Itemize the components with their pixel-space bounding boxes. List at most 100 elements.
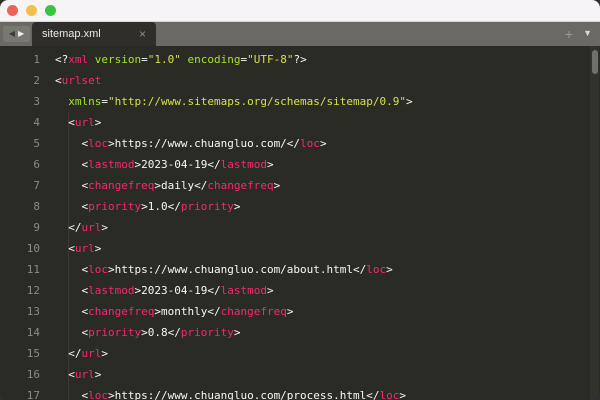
code-text: <loc>https://www.chuangluo.com/process.h… bbox=[46, 385, 406, 400]
code-token-plain: > bbox=[287, 305, 294, 318]
code-line[interactable]: 9 </url> bbox=[0, 217, 600, 238]
editor-window: ◀ ▶ sitemap.xml × + ▼ 1<?xml version="1.… bbox=[0, 0, 600, 400]
code-text: <lastmod>2023-04-19</lastmod> bbox=[46, 154, 274, 175]
code-token-tag: priority bbox=[181, 200, 234, 213]
code-line[interactable]: 1<?xml version="1.0" encoding="UTF-8"?> bbox=[0, 49, 600, 70]
tab-label: sitemap.xml bbox=[42, 28, 139, 40]
code-token-plain: < bbox=[55, 389, 88, 400]
code-text: <lastmod>2023-04-19</lastmod> bbox=[46, 280, 274, 301]
tab-list-dropdown-icon[interactable]: ▼ bbox=[583, 29, 592, 38]
code-token-tag: lastmod bbox=[88, 158, 134, 171]
close-window-button[interactable] bbox=[7, 5, 18, 16]
code-text: <changefreq>monthly</changefreq> bbox=[46, 301, 293, 322]
nav-back-icon[interactable]: ◀ bbox=[9, 30, 15, 38]
code-token-tag: lastmod bbox=[221, 158, 267, 171]
code-token-plain: > bbox=[267, 158, 274, 171]
minimize-window-button[interactable] bbox=[26, 5, 37, 16]
code-line[interactable]: 3 xmlns="http://www.sitemaps.org/schemas… bbox=[0, 91, 600, 112]
code-token-plain: > bbox=[406, 95, 413, 108]
code-text: <url> bbox=[46, 364, 101, 385]
code-token-tag: loc bbox=[380, 389, 400, 400]
code-token-plain: < bbox=[55, 305, 88, 318]
code-token-plain: < bbox=[55, 116, 75, 129]
code-token-tag: changefreq bbox=[88, 179, 154, 192]
code-text: <url> bbox=[46, 238, 101, 259]
code-token-plain: </ bbox=[55, 347, 82, 360]
window-titlebar bbox=[0, 0, 600, 22]
code-token-tag: loc bbox=[88, 263, 108, 276]
code-token-plain: = bbox=[101, 95, 108, 108]
tab-close-icon[interactable]: × bbox=[139, 28, 146, 40]
line-number: 9 bbox=[0, 217, 46, 238]
line-number: 13 bbox=[0, 301, 46, 322]
code-token-plain: > bbox=[95, 116, 102, 129]
code-line[interactable]: 17 <loc>https://www.chuangluo.com/proces… bbox=[0, 385, 600, 400]
code-token-plain: ?> bbox=[293, 53, 306, 66]
code-line[interactable]: 10 <url> bbox=[0, 238, 600, 259]
code-line[interactable]: 15 </url> bbox=[0, 343, 600, 364]
code-token-plain bbox=[55, 95, 68, 108]
code-token-attr: version bbox=[95, 53, 141, 66]
line-number: 7 bbox=[0, 175, 46, 196]
scrollbar-thumb[interactable] bbox=[592, 50, 598, 74]
code-token-tag: loc bbox=[88, 137, 108, 150]
code-line[interactable]: 7 <changefreq>daily</changefreq> bbox=[0, 175, 600, 196]
code-token-plain: < bbox=[55, 242, 75, 255]
code-token-plain: < bbox=[55, 158, 88, 171]
code-token-tag: lastmod bbox=[221, 284, 267, 297]
code-token-plain: < bbox=[55, 284, 88, 297]
code-line[interactable]: 6 <lastmod>2023-04-19</lastmod> bbox=[0, 154, 600, 175]
code-token-plain: > bbox=[267, 284, 274, 297]
code-line[interactable]: 8 <priority>1.0</priority> bbox=[0, 196, 600, 217]
code-token-tag: url bbox=[82, 221, 102, 234]
code-text: <loc>https://www.chuangluo.com/about.htm… bbox=[46, 259, 393, 280]
code-text: </url> bbox=[46, 343, 108, 364]
code-token-plain: >0.8</ bbox=[141, 326, 181, 339]
code-token-plain: < bbox=[55, 179, 88, 192]
code-token-plain: > bbox=[234, 200, 241, 213]
code-lines: 1<?xml version="1.0" encoding="UTF-8"?>2… bbox=[0, 49, 600, 400]
code-line[interactable]: 13 <changefreq>monthly</changefreq> bbox=[0, 301, 600, 322]
code-token-tag: loc bbox=[366, 263, 386, 276]
line-number: 12 bbox=[0, 280, 46, 301]
code-token-plain: > bbox=[234, 326, 241, 339]
code-token-tag: priority bbox=[88, 200, 141, 213]
code-token-plain: < bbox=[55, 368, 75, 381]
code-line[interactable]: 11 <loc>https://www.chuangluo.com/about.… bbox=[0, 259, 600, 280]
code-token-tag: changefreq bbox=[88, 305, 154, 318]
scrollbar-track[interactable] bbox=[590, 46, 599, 400]
line-number: 2 bbox=[0, 70, 46, 91]
code-token-plain: > bbox=[95, 242, 102, 255]
code-token-plain bbox=[88, 53, 95, 66]
code-text: <urlset bbox=[46, 70, 101, 91]
code-token-attr: xmlns bbox=[68, 95, 101, 108]
code-token-string: "1.0" bbox=[148, 53, 181, 66]
code-token-plain: </ bbox=[55, 221, 82, 234]
code-token-tag: loc bbox=[300, 137, 320, 150]
line-number: 5 bbox=[0, 133, 46, 154]
code-line[interactable]: 16 <url> bbox=[0, 364, 600, 385]
code-line[interactable]: 12 <lastmod>2023-04-19</lastmod> bbox=[0, 280, 600, 301]
code-token-plain: < bbox=[55, 263, 88, 276]
code-editor[interactable]: 1<?xml version="1.0" encoding="UTF-8"?>2… bbox=[0, 46, 600, 400]
code-token-plain: <? bbox=[55, 53, 68, 66]
line-number: 15 bbox=[0, 343, 46, 364]
nav-forward-icon[interactable]: ▶ bbox=[18, 30, 24, 38]
tab-sitemap-xml[interactable]: sitemap.xml × bbox=[32, 22, 156, 46]
code-token-plain: < bbox=[55, 137, 88, 150]
code-line[interactable]: 2<urlset bbox=[0, 70, 600, 91]
code-line[interactable]: 4 <url> bbox=[0, 112, 600, 133]
code-token-tag: urlset bbox=[62, 74, 102, 87]
line-number: 17 bbox=[0, 385, 46, 400]
code-token-plain: > bbox=[320, 137, 327, 150]
line-number: 6 bbox=[0, 154, 46, 175]
code-line[interactable]: 14 <priority>0.8</priority> bbox=[0, 322, 600, 343]
zoom-window-button[interactable] bbox=[45, 5, 56, 16]
code-token-plain: >https://www.chuangluo.com/</ bbox=[108, 137, 300, 150]
code-token-plain: > bbox=[399, 389, 406, 400]
code-token-plain: = bbox=[141, 53, 148, 66]
code-line[interactable]: 5 <loc>https://www.chuangluo.com/</loc> bbox=[0, 133, 600, 154]
code-text: <priority>1.0</priority> bbox=[46, 196, 240, 217]
line-number: 10 bbox=[0, 238, 46, 259]
new-tab-button[interactable]: + bbox=[565, 26, 573, 42]
